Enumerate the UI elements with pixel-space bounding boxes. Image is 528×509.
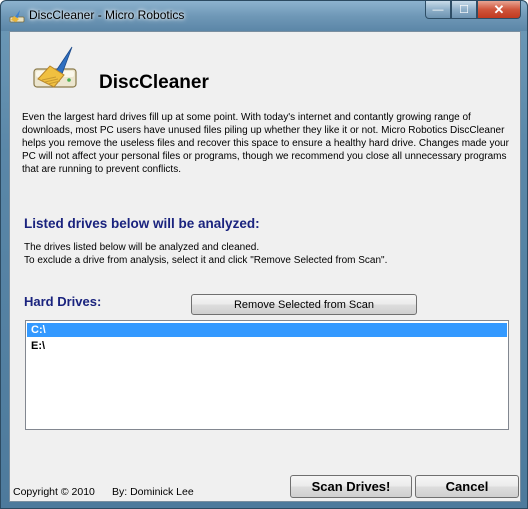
caption-buttons: — ☐ ✕ [425, 1, 521, 21]
description-text: Even the largest hard drives fill up at … [22, 112, 509, 175]
app-name-heading: DiscCleaner [99, 72, 209, 93]
title-bar[interactable]: DiscCleaner - Micro Robotics — ☐ ✕ [1, 1, 527, 31]
broom-drive-icon [33, 46, 77, 88]
drive-item-c[interactable]: C:\ [27, 323, 507, 337]
remove-selected-button[interactable]: Remove Selected from Scan [191, 294, 417, 315]
dialog-client-area: DiscCleaner Even the largest hard drives… [9, 31, 521, 502]
drive-item-e[interactable]: E:\ [27, 339, 507, 353]
app-icon[interactable] [9, 8, 25, 24]
window-frame: DiscCleaner - Micro Robotics — ☐ ✕ DiscC… [0, 0, 528, 509]
scan-drives-button[interactable]: Scan Drives! [290, 475, 412, 498]
copyright-text: Copyright © 2010 [13, 486, 95, 498]
close-button[interactable]: ✕ [477, 1, 521, 19]
maximize-button[interactable]: ☐ [451, 1, 477, 19]
analysis-info-line1: The drives listed below will be analyzed… [24, 242, 260, 253]
analysis-info-line2: To exclude a drive from analysis, select… [24, 255, 388, 266]
window-title: DiscCleaner - Micro Robotics [29, 8, 185, 22]
author-text: By: Dominick Lee [112, 486, 194, 498]
cancel-button[interactable]: Cancel [415, 475, 519, 498]
minimize-button[interactable]: — [425, 1, 451, 19]
hard-drives-label: Hard Drives: [24, 294, 102, 309]
analysis-heading: Listed drives below will be analyzed: [24, 216, 260, 231]
drives-listbox[interactable]: C:\ E:\ [25, 320, 509, 430]
